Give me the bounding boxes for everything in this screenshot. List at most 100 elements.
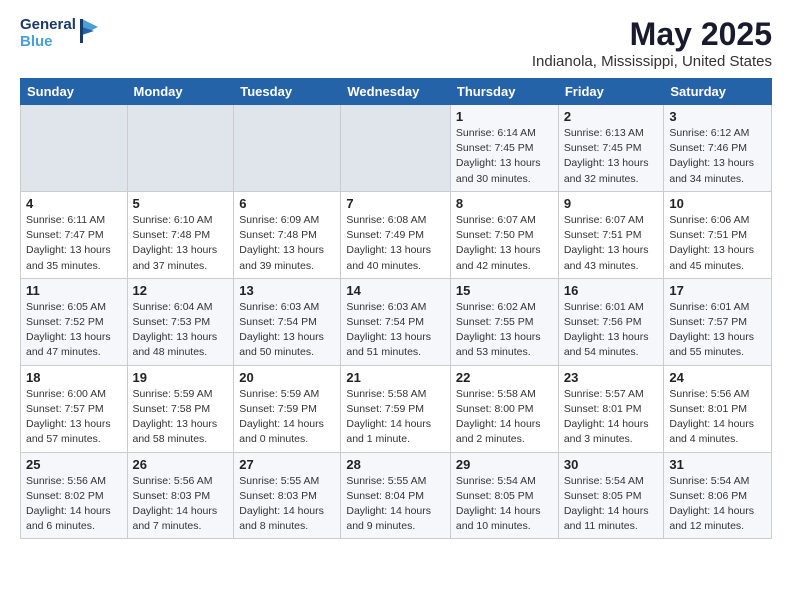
- calendar-body: 1Sunrise: 6:14 AMSunset: 7:45 PMDaylight…: [21, 105, 772, 539]
- calendar-day-cell: 17 Sunrise: 6:01 AMSunset: 7:57 PMDayligh…: [664, 278, 772, 365]
- month-title: May 2025: [532, 16, 772, 53]
- calendar-day-cell: 5 Sunrise: 6:10 AMSunset: 7:48 PMDaylight…: [127, 191, 234, 278]
- day-info: Sunrise: 6:03 AMSunset: 7:54 PMDaylight:…: [346, 300, 445, 361]
- day-number: 7: [346, 196, 445, 211]
- day-info: Sunrise: 6:02 AMSunset: 7:55 PMDaylight:…: [456, 300, 553, 361]
- calendar-day-cell: 18Sunrise: 6:00 AMSunset: 7:57 PMDayligh…: [21, 365, 128, 452]
- calendar-day-cell: 9Sunrise: 6:07 AMSunset: 7:51 PMDaylight…: [558, 191, 664, 278]
- calendar-day-cell: 29 Sunrise: 5:54 AMSunset: 8:05 PMDayligh…: [450, 452, 558, 539]
- day-number: 9: [564, 196, 659, 211]
- calendar-day-cell: 6 Sunrise: 6:09 AMSunset: 7:48 PMDaylight…: [234, 191, 341, 278]
- calendar-day-cell: [341, 105, 451, 192]
- day-info: Sunrise: 5:54 AMSunset: 8:05 PMDaylight:…: [456, 474, 553, 535]
- day-info: Sunrise: 5:56 AMSunset: 8:02 PMDaylight:…: [26, 474, 122, 535]
- day-number: 10: [669, 196, 766, 211]
- day-info: Sunrise: 6:05 AMSunset: 7:52 PMDaylight:…: [26, 300, 122, 361]
- calendar-day-cell: 13Sunrise: 6:03 AMSunset: 7:54 PMDayligh…: [234, 278, 341, 365]
- day-info: Sunrise: 6:09 AMSunset: 7:48 PMDaylight:…: [239, 213, 335, 274]
- calendar-week-row: 18Sunrise: 6:00 AMSunset: 7:57 PMDayligh…: [21, 365, 772, 452]
- calendar-day-cell: 21Sunrise: 5:58 AMSunset: 7:59 PMDayligh…: [341, 365, 451, 452]
- calendar-day-cell: 23 Sunrise: 5:57 AMSunset: 8:01 PMDayligh…: [558, 365, 664, 452]
- day-number: 25: [26, 457, 122, 472]
- calendar-table: SundayMondayTuesdayWednesdayThursdayFrid…: [20, 78, 772, 539]
- calendar-week-row: 4 Sunrise: 6:11 AMSunset: 7:47 PMDaylight…: [21, 191, 772, 278]
- day-number: 24: [669, 370, 766, 385]
- calendar-day-cell: 28Sunrise: 5:55 AMSunset: 8:04 PMDayligh…: [341, 452, 451, 539]
- calendar-day-cell: 31 Sunrise: 5:54 AMSunset: 8:06 PMDayligh…: [664, 452, 772, 539]
- day-info: Sunrise: 5:58 AMSunset: 8:00 PMDaylight:…: [456, 387, 553, 448]
- calendar-day-cell: 27 Sunrise: 5:55 AMSunset: 8:03 PMDayligh…: [234, 452, 341, 539]
- day-info: Sunrise: 5:59 AMSunset: 7:59 PMDaylight:…: [239, 387, 335, 448]
- day-number: 16: [564, 283, 659, 298]
- day-info: Sunrise: 5:56 AMSunset: 8:03 PMDaylight:…: [133, 474, 229, 535]
- day-number: 27: [239, 457, 335, 472]
- calendar-day-cell: 7 Sunrise: 6:08 AMSunset: 7:49 PMDaylight…: [341, 191, 451, 278]
- day-number: 26: [133, 457, 229, 472]
- day-number: 2: [564, 109, 659, 124]
- calendar-day-cell: 8 Sunrise: 6:07 AMSunset: 7:50 PMDaylight…: [450, 191, 558, 278]
- calendar-day-cell: 10 Sunrise: 6:06 AMSunset: 7:51 PMDayligh…: [664, 191, 772, 278]
- day-number: 30: [564, 457, 659, 472]
- day-number: 18: [26, 370, 122, 385]
- day-number: 6: [239, 196, 335, 211]
- calendar-day-cell: 26 Sunrise: 5:56 AMSunset: 8:03 PMDayligh…: [127, 452, 234, 539]
- day-number: 22: [456, 370, 553, 385]
- day-info: Sunrise: 6:06 AMSunset: 7:51 PMDaylight:…: [669, 213, 766, 274]
- day-number: 11: [26, 283, 122, 298]
- calendar-week-row: 1Sunrise: 6:14 AMSunset: 7:45 PMDaylight…: [21, 105, 772, 192]
- calendar-header-cell: Friday: [558, 79, 664, 105]
- calendar-day-cell: 11 Sunrise: 6:05 AMSunset: 7:52 PMDayligh…: [21, 278, 128, 365]
- calendar-header-cell: Wednesday: [341, 79, 451, 105]
- calendar-day-cell: [127, 105, 234, 192]
- day-info: Sunrise: 6:07 AMSunset: 7:50 PMDaylight:…: [456, 213, 553, 274]
- day-info: Sunrise: 6:10 AMSunset: 7:48 PMDaylight:…: [133, 213, 229, 274]
- day-info: Sunrise: 5:54 AMSunset: 8:06 PMDaylight:…: [669, 474, 766, 535]
- day-info: Sunrise: 5:56 AMSunset: 8:01 PMDaylight:…: [669, 387, 766, 448]
- day-info: Sunrise: 5:55 AMSunset: 8:04 PMDaylight:…: [346, 474, 445, 535]
- day-number: 1: [456, 109, 553, 124]
- logo-line2: Blue: [20, 33, 53, 50]
- day-info: Sunrise: 6:08 AMSunset: 7:49 PMDaylight:…: [346, 213, 445, 274]
- day-info: Sunrise: 6:01 AMSunset: 7:56 PMDaylight:…: [564, 300, 659, 361]
- calendar-day-cell: 4 Sunrise: 6:11 AMSunset: 7:47 PMDaylight…: [21, 191, 128, 278]
- day-number: 5: [133, 196, 229, 211]
- page-header: General Blue May 2025 Indianola, Mississ…: [20, 16, 772, 70]
- calendar-day-cell: 12 Sunrise: 6:04 AMSunset: 7:53 PMDayligh…: [127, 278, 234, 365]
- day-number: 8: [456, 196, 553, 211]
- calendar-header-cell: Tuesday: [234, 79, 341, 105]
- day-info: Sunrise: 6:13 AMSunset: 7:45 PMDaylight:…: [564, 126, 659, 187]
- day-info: Sunrise: 5:55 AMSunset: 8:03 PMDaylight:…: [239, 474, 335, 535]
- day-number: 31: [669, 457, 766, 472]
- calendar-day-cell: 14 Sunrise: 6:03 AMSunset: 7:54 PMDayligh…: [341, 278, 451, 365]
- day-number: 13: [239, 283, 335, 298]
- day-info: Sunrise: 6:11 AMSunset: 7:47 PMDaylight:…: [26, 213, 122, 274]
- calendar-day-cell: 24 Sunrise: 5:56 AMSunset: 8:01 PMDayligh…: [664, 365, 772, 452]
- day-number: 17: [669, 283, 766, 298]
- day-number: 23: [564, 370, 659, 385]
- calendar-day-cell: [21, 105, 128, 192]
- day-info: Sunrise: 5:57 AMSunset: 8:01 PMDaylight:…: [564, 387, 659, 448]
- logo-line1: General: [20, 16, 76, 33]
- day-number: 14: [346, 283, 445, 298]
- logo: General Blue: [20, 16, 100, 51]
- day-info: Sunrise: 6:04 AMSunset: 7:53 PMDaylight:…: [133, 300, 229, 361]
- title-block: May 2025 Indianola, Mississippi, United …: [532, 16, 772, 70]
- calendar-day-cell: 22 Sunrise: 5:58 AMSunset: 8:00 PMDayligh…: [450, 365, 558, 452]
- day-number: 29: [456, 457, 553, 472]
- calendar-header-row: SundayMondayTuesdayWednesdayThursdayFrid…: [21, 79, 772, 105]
- day-info: Sunrise: 6:01 AMSunset: 7:57 PMDaylight:…: [669, 300, 766, 361]
- location-subtitle: Indianola, Mississippi, United States: [532, 53, 772, 70]
- calendar-day-cell: [234, 105, 341, 192]
- calendar-day-cell: 20 Sunrise: 5:59 AMSunset: 7:59 PMDayligh…: [234, 365, 341, 452]
- calendar-day-cell: 30Sunrise: 5:54 AMSunset: 8:05 PMDayligh…: [558, 452, 664, 539]
- day-number: 3: [669, 109, 766, 124]
- calendar-header-cell: Saturday: [664, 79, 772, 105]
- day-number: 20: [239, 370, 335, 385]
- calendar-day-cell: 25 Sunrise: 5:56 AMSunset: 8:02 PMDayligh…: [21, 452, 128, 539]
- day-number: 21: [346, 370, 445, 385]
- day-number: 15: [456, 283, 553, 298]
- calendar-day-cell: 2 Sunrise: 6:13 AMSunset: 7:45 PMDaylight…: [558, 105, 664, 192]
- day-number: 4: [26, 196, 122, 211]
- day-number: 12: [133, 283, 229, 298]
- calendar-day-cell: 3Sunrise: 6:12 AMSunset: 7:46 PMDaylight…: [664, 105, 772, 192]
